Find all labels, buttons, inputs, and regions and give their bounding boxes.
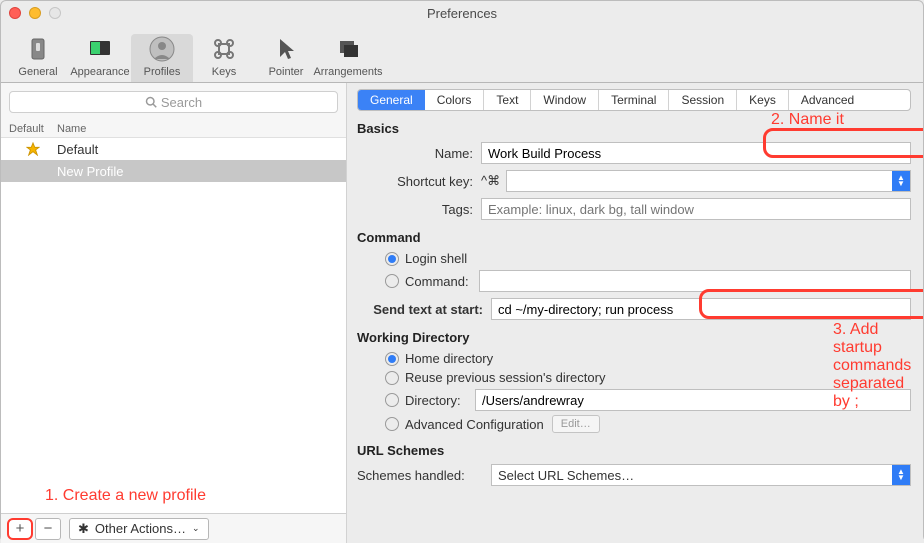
home-dir-label: Home directory [405,351,493,366]
toolbar-label: Arrangements [313,66,382,78]
preferences-window: Preferences General Appearance Profiles … [0,0,924,542]
other-actions-label: Other Actions… [95,521,186,536]
profile-tabs: General Colors Text Window Terminal Sess… [357,89,911,111]
column-default[interactable]: Default [9,123,57,135]
profile-row-selected[interactable]: New Profile [1,160,346,182]
titlebar: Preferences [1,1,923,21]
send-text-field[interactable] [491,298,911,320]
toolbar-label: Pointer [269,66,304,78]
profiles-icon [147,34,177,64]
toolbar-arrangements[interactable]: Arrangements [317,34,379,82]
pointer-icon [271,34,301,64]
working-dir-heading: Working Directory [357,330,911,345]
schemes-label: Schemes handled: [357,468,491,483]
schemes-select[interactable]: Select URL Schemes… ▲▼ [491,464,911,486]
name-field[interactable] [481,142,911,164]
edit-button[interactable]: Edit… [552,415,600,433]
url-schemes-heading: URL Schemes [357,443,911,458]
schemes-placeholder: Select URL Schemes… [498,468,634,483]
general-icon [23,34,53,64]
remove-profile-button[interactable]: − [35,518,61,540]
profile-row[interactable]: Default [1,138,346,160]
profile-name: Default [57,142,98,157]
chevron-down-icon: ⌄ [192,523,200,534]
toolbar-profiles[interactable]: Profiles [131,34,193,82]
reuse-dir-label: Reuse previous session's directory [405,370,605,385]
name-label: Name: [357,146,481,161]
arrangements-icon [333,34,363,64]
reuse-dir-radio[interactable] [385,371,399,385]
command-heading: Command [357,230,911,245]
tags-field[interactable] [481,198,911,220]
gear-icon: ✱ [78,521,89,537]
dropdown-arrows-icon: ▲▼ [892,171,910,191]
home-dir-radio[interactable] [385,352,399,366]
command-label: Command: [405,274,479,289]
toolbar-label: Profiles [144,66,181,78]
toolbar-label: Keys [212,66,236,78]
tab-terminal[interactable]: Terminal [599,90,669,110]
tab-session[interactable]: Session [669,90,737,110]
tab-window[interactable]: Window [531,90,599,110]
profile-list-header: Default Name [1,121,346,138]
default-star-icon [9,142,57,156]
login-shell-radio[interactable] [385,252,399,266]
toolbar-appearance[interactable]: Appearance [69,34,131,82]
tab-advanced[interactable]: Advanced [789,90,866,110]
tab-keys[interactable]: Keys [737,90,789,110]
keys-icon [209,34,239,64]
sidebar-footer: + − ✱ Other Actions… ⌄ [1,513,346,543]
search-icon [145,96,157,108]
annotation-2: 2. Name it [771,111,844,129]
profile-settings-panel: General Colors Text Window Terminal Sess… [347,83,923,543]
command-field[interactable] [479,270,911,292]
profile-name: New Profile [9,164,123,179]
appearance-icon [85,34,115,64]
profiles-sidebar: Search Default Name Default New Profile … [1,83,347,543]
other-actions-menu[interactable]: ✱ Other Actions… ⌄ [69,518,209,540]
annotation-1: 1. Create a new profile [45,487,206,505]
login-shell-label: Login shell [405,251,467,266]
window-title: Preferences [1,6,923,21]
tab-colors[interactable]: Colors [425,90,485,110]
directory-label: Directory: [405,393,475,408]
toolbar-keys[interactable]: Keys [193,34,255,82]
toolbar-label: General [18,66,57,78]
tab-general[interactable]: General [358,90,425,110]
toolbar-general[interactable]: General [7,34,69,82]
add-profile-button[interactable]: + [7,518,33,540]
preferences-toolbar: General Appearance Profiles Keys Pointer [1,21,923,83]
toolbar-label: Appearance [70,66,129,78]
column-name[interactable]: Name [57,123,338,135]
send-text-label: Send text at start: [357,302,491,317]
advanced-config-label: Advanced Configuration [405,417,544,432]
search-placeholder: Search [161,95,202,110]
shortcut-label: Shortcut key: [357,174,481,189]
toolbar-pointer[interactable]: Pointer [255,34,317,82]
tags-label: Tags: [357,202,481,217]
shortcut-prefix: ^⌘ [481,173,506,189]
shortcut-select[interactable]: ▲▼ [506,170,911,192]
dropdown-arrows-icon: ▲▼ [892,465,910,485]
directory-radio[interactable] [385,393,399,407]
advanced-config-radio[interactable] [385,417,399,431]
tab-text[interactable]: Text [484,90,531,110]
annotation-3: 3. Add startup commands separated by ; [833,321,923,411]
search-input[interactable]: Search [9,91,338,113]
command-radio[interactable] [385,274,399,288]
